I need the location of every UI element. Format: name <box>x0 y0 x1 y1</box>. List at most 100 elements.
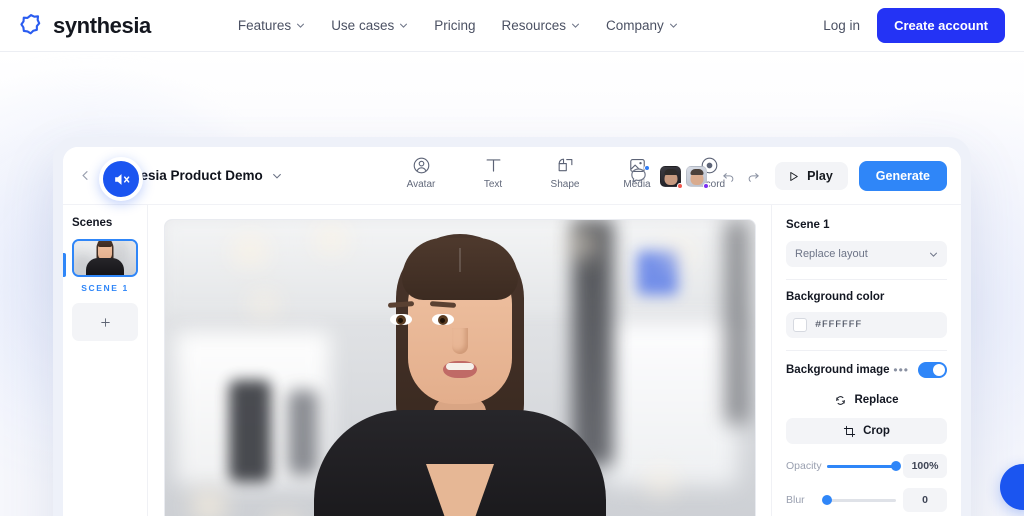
tool-label: Shape <box>550 179 580 190</box>
play-button[interactable]: Play <box>775 162 848 190</box>
background-color-field[interactable]: #FFFFFF <box>786 312 947 338</box>
play-label: Play <box>807 169 833 183</box>
tool-label: Text <box>483 179 503 190</box>
refresh-icon <box>836 395 846 405</box>
crop-label: Crop <box>863 425 890 437</box>
chevron-down-icon <box>400 23 408 28</box>
avatar-icon <box>413 157 429 174</box>
synthesia-logo-icon <box>20 13 41 34</box>
nav-links: Features Use cases Pricing Resources Com… <box>238 18 678 33</box>
presenter-nose <box>452 328 468 354</box>
nav-item-company[interactable]: Company <box>606 18 678 33</box>
chevron-down-icon <box>930 252 937 257</box>
brand-logo[interactable]: synthesia <box>18 13 151 39</box>
blur-slider[interactable] <box>822 495 896 505</box>
nav-label: Features <box>237 18 292 33</box>
mute-button[interactable] <box>99 157 143 201</box>
background-image-label: Background image <box>786 364 890 376</box>
project-title-chevron-down-icon[interactable] <box>272 171 282 181</box>
collaborator-1[interactable] <box>660 165 684 189</box>
back-button[interactable] <box>77 168 93 184</box>
nav-label: Company <box>606 18 664 33</box>
color-swatch[interactable] <box>793 318 807 332</box>
divider <box>786 279 947 280</box>
tool-avatar[interactable]: Avatar <box>395 156 447 190</box>
properties-title: Scene 1 <box>786 219 830 231</box>
synthesia-editor-app: Synthesia Product Demo Avatar Text Shape… <box>63 147 961 516</box>
blur-label: Blur <box>786 494 805 506</box>
select-value: Replace layout <box>795 248 868 260</box>
opacity-row: Opacity 100% <box>786 454 947 478</box>
generate-button[interactable]: Generate <box>858 161 947 191</box>
collaborators <box>660 165 710 189</box>
ellipsis-icon[interactable]: ••• <box>893 364 909 376</box>
blur-value[interactable]: 0 <box>903 488 947 512</box>
chevron-down-icon <box>572 23 580 28</box>
scene-thumb-image <box>74 241 136 275</box>
tool-text[interactable]: Text <box>467 156 519 190</box>
opacity-value[interactable]: 100% <box>903 454 947 478</box>
video-preview[interactable] <box>163 219 756 516</box>
nav-item-resources[interactable]: Resources <box>501 18 580 33</box>
login-link[interactable]: Log in <box>823 18 860 33</box>
background-image-toggle[interactable] <box>918 362 947 378</box>
avatar-hair <box>690 168 704 175</box>
scenes-panel: Scenes SCENE 1 <box>63 205 148 516</box>
opacity-slider[interactable] <box>827 461 901 471</box>
color-hex-value: #FFFFFF <box>815 319 862 331</box>
blur-row: Blur 0 <box>786 488 947 512</box>
presenter-hair <box>401 238 518 300</box>
hero-section: Synthesia Product Demo Avatar Text Shape… <box>0 52 1024 516</box>
scene-item-1[interactable]: SCENE 1 <box>72 239 138 293</box>
add-scene-button[interactable] <box>72 303 138 341</box>
scenes-heading: Scenes <box>72 217 113 229</box>
tool-shape[interactable]: Shape <box>539 156 591 190</box>
replace-layout-select[interactable]: Replace layout <box>786 241 947 267</box>
comment-unread-dot <box>644 165 651 171</box>
speaker-mute-icon <box>114 173 129 185</box>
replace-label: Replace <box>854 394 899 406</box>
crop-button[interactable]: Crop <box>786 418 947 444</box>
shape-icon <box>558 158 572 172</box>
editor-body: Scenes SCENE 1 Scene 1 Replace layout Ba… <box>63 205 961 516</box>
nav-item-use-cases[interactable]: Use cases <box>331 18 408 33</box>
site-navbar: synthesia Features Use cases Pricing Res… <box>0 0 1024 52</box>
replace-image-button[interactable]: Replace <box>786 389 947 411</box>
divider <box>786 350 947 351</box>
nav-label: Resources <box>501 18 567 33</box>
presenter-eye-left <box>389 314 412 325</box>
background-color-label: Background color <box>786 291 885 303</box>
history-controls <box>721 169 761 184</box>
canvas-area <box>148 205 771 516</box>
app-mockup-frame: Synthesia Product Demo Avatar Text Shape… <box>53 137 971 516</box>
chevron-down-icon <box>669 23 677 28</box>
undo-icon[interactable] <box>721 169 736 184</box>
presenter-vneck <box>425 464 494 516</box>
nav-item-pricing[interactable]: Pricing <box>434 18 475 33</box>
scene-label: SCENE 1 <box>81 283 129 293</box>
properties-panel: Scene 1 Replace layout Background color … <box>771 205 961 516</box>
chevron-down-icon <box>297 23 305 28</box>
avatar-presenter <box>310 230 610 516</box>
collaborator-2[interactable] <box>686 165 710 189</box>
presenter-eye-right <box>431 314 454 325</box>
plus-icon <box>100 317 110 327</box>
chevron-left-icon <box>81 171 88 180</box>
tool-label: Avatar <box>406 179 436 190</box>
comments-button[interactable] <box>629 165 651 186</box>
redo-icon[interactable] <box>746 169 761 184</box>
text-icon <box>486 159 500 172</box>
play-triangle-icon <box>790 171 798 181</box>
nav-actions: Log in Create account <box>823 8 1005 43</box>
presence-badge <box>677 182 684 189</box>
opacity-label: Opacity <box>786 460 822 472</box>
crop-icon <box>843 425 856 437</box>
scene-thumbnail <box>72 239 138 277</box>
scene-selection-indicator <box>63 253 66 277</box>
presence-badge <box>703 182 710 189</box>
create-account-button[interactable]: Create account <box>877 8 1005 43</box>
nav-item-features[interactable]: Features <box>238 18 305 33</box>
toolbar-right-actions: Play Generate <box>629 147 947 205</box>
editor-toolbar: Synthesia Product Demo Avatar Text Shape… <box>63 147 961 205</box>
brand-name: synthesia <box>53 12 151 38</box>
